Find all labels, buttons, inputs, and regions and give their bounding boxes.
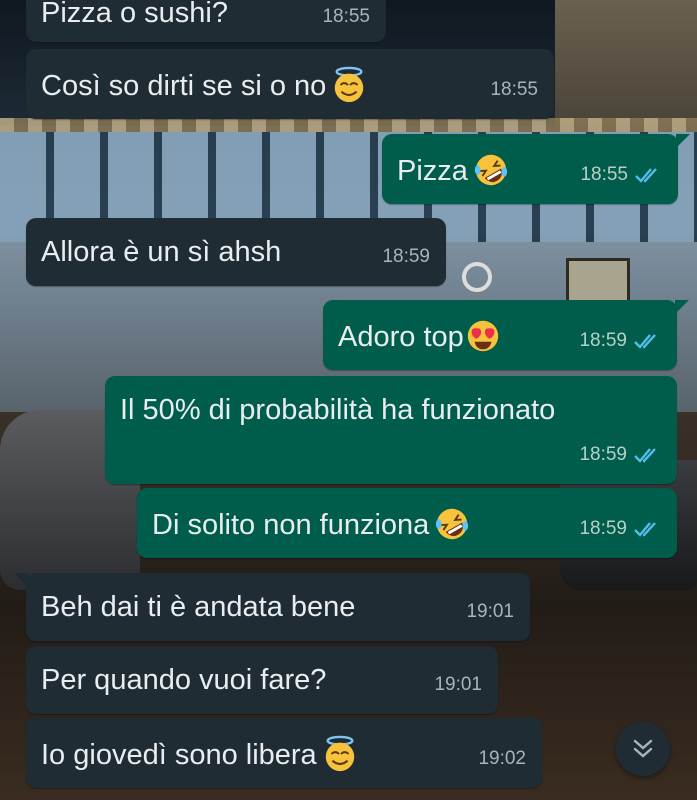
message-time: 18:55 [322,6,370,27]
message-text-content: Pizza [397,155,468,187]
message-text: Pizza [397,151,510,189]
message-meta: 19:02 [478,742,526,776]
message-text: Adoro top [338,317,502,355]
rolling-on-the-floor-laughing-icon [474,154,508,186]
bubble-tail [14,573,28,587]
scroll-to-bottom-button[interactable] [616,722,670,776]
smiling-face-with-heart-eyes-icon [467,320,498,352]
message-meta: 18:59 [579,324,661,358]
message-time: 18:59 [382,246,430,267]
wallpaper-awning [0,118,697,132]
message-outgoing[interactable]: Pizza 18:55 [382,134,690,204]
bubble-tail [676,134,690,148]
message-text-content: Adoro top [338,321,464,353]
message-incoming[interactable]: Io giovedì sono libera 19:02 [26,718,542,788]
message-time: 18:55 [490,79,538,100]
message-text-content: Io giovedì sono libera [41,739,317,771]
message-time: 18:59 [579,444,627,465]
message-time: 19:02 [478,748,526,769]
double-check-icon [634,448,656,463]
wallpaper-picture-frame [566,258,630,304]
message-meta: 19:01 [434,668,482,702]
message-text: Pizza o sushi? [41,0,228,29]
message-text: Io giovedì sono libera [41,735,359,773]
smiling-face-with-halo-icon [335,66,364,103]
message-text: Per quando vuoi fare? [41,664,327,696]
message-incoming[interactable]: Per quando vuoi fare? 19:01 [26,646,498,714]
message-text: Il 50% di probabilità ha funzionato [120,394,556,426]
message-outgoing[interactable]: Il 50% di probabilità ha funzionato 18:5… [105,376,677,484]
message-time: 18:59 [579,518,627,539]
message-outgoing[interactable]: Adoro top 18:59 [323,300,689,370]
double-check-icon [634,334,656,349]
message-time: 19:01 [434,674,482,695]
message-text-content: Di solito non funziona [152,509,430,541]
message-meta: 18:55 [322,0,370,34]
rolling-on-the-floor-laughing-icon [436,508,469,540]
message-meta: 18:59 [382,240,430,274]
message-meta: 18:59 [579,512,661,546]
message-text: Allora è un sì ahsh [41,236,282,268]
message-time: 19:01 [466,601,514,622]
message-outgoing[interactable]: Di solito non funziona 18:59 [137,488,677,558]
double-check-icon [635,168,657,183]
message-meta: 18:55 [580,158,662,192]
message-incoming[interactable]: Così so dirti se si o no 18:55 [26,49,554,119]
message-time: 18:59 [579,330,627,351]
message-text: Beh dai ti è andata bene [41,591,356,623]
message-text: Così so dirti se si o no [41,66,368,104]
smiling-face-with-halo-icon [325,735,354,772]
message-time: 18:55 [580,164,628,185]
message-text: Di solito non funziona [152,505,471,543]
message-meta: 18:59 [579,438,661,472]
double-check-icon [634,522,656,537]
message-incoming[interactable]: Allora è un sì ahsh 18:59 [26,218,446,286]
wallpaper-life-ring [462,262,492,292]
bubble-tail [675,300,689,314]
wallpaper-building [555,0,697,125]
double-chevron-down-icon [633,739,653,758]
chat-view: Pizza o sushi? 18:55 Così so dirti se si… [0,0,697,800]
message-meta: 19:01 [466,595,514,629]
message-incoming[interactable]: Pizza o sushi? 18:55 [26,0,386,42]
message-incoming[interactable]: Beh dai ti è andata bene 19:01 [14,573,530,641]
message-meta: 18:55 [490,73,538,107]
message-text-content: Così so dirti se si o no [41,70,327,102]
